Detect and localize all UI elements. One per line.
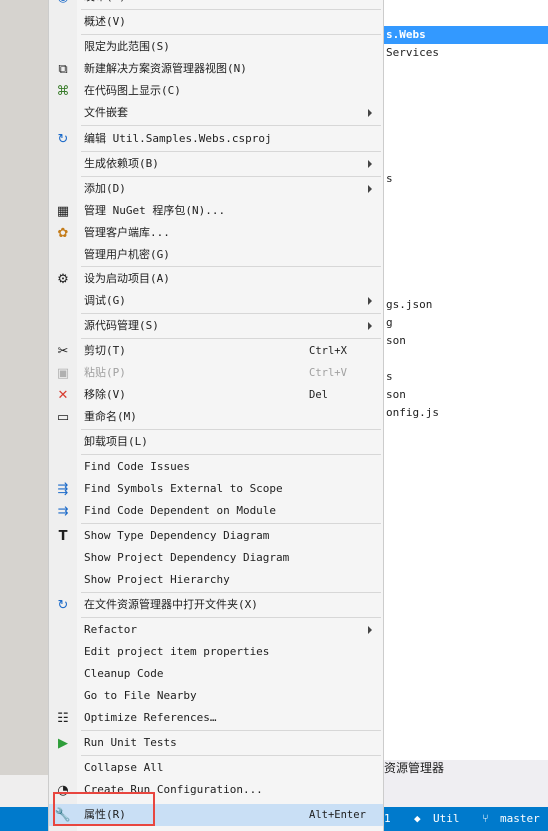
open-folder-refresh-icon: ↻ [57,597,69,613]
menu-item-go-to-file-nearby[interactable]: Go to File Nearby [49,685,383,707]
menu-item-refactor[interactable]: Refactor [49,619,383,641]
tree-item[interactable]: s [386,368,393,386]
menu-item-show-on-code-map[interactable]: ⌘ 在代码图上显示(C) [49,80,383,102]
left-strip-lower [0,775,48,807]
edit-refresh-icon: ↻ [57,131,69,147]
menu-item-unload-project[interactable]: 卸载项目(L) [49,431,383,453]
submenu-arrow-icon [368,626,372,634]
menu-separator [81,176,381,177]
status-project[interactable]: Util [433,807,460,831]
menu-separator [81,266,381,267]
menu-separator [81,151,381,152]
menu-item-scope-to-this[interactable]: 限定为此范围(S) [49,36,383,58]
tree-item[interactable]: son [386,386,406,404]
menu-item-new-explorer-view[interactable]: ⧉ 新建解决方案资源管理器视图(N) [49,58,383,80]
remove-x-icon: ✕ [57,387,69,403]
menu-item-collapse-all[interactable]: Collapse All [49,757,383,779]
branch-icon: ⑂ [482,812,489,825]
menu-separator [81,617,381,618]
code-map-icon: ⌘ [56,83,70,99]
menu-separator [81,454,381,455]
menu-separator [81,125,381,126]
status-branch[interactable]: master [500,807,540,831]
menu-item-rename[interactable]: ▭ 重命名(M) [49,406,383,428]
menu-item-manage-user-secrets[interactable]: 管理用户机密(G) [49,244,383,266]
menu-item-set-startup[interactable]: ⚙ 设为启动项目(A) [49,268,383,290]
menu-item-manage-nuget[interactable]: ▦ 管理 NuGet 程序包(N)... [49,200,383,222]
optimize-references-icon: ☷ [57,710,69,726]
menu-item-debug[interactable]: 调试(G) [49,290,383,312]
left-background-strip [0,0,48,831]
menu-separator [81,523,381,524]
menu-item-manage-client-libraries[interactable]: ✿ 管理客户端库... [49,222,383,244]
menu-separator [81,9,381,10]
tree-item[interactable]: onfig.js [386,404,439,422]
menu-item-source-control[interactable]: 源代码管理(S) [49,315,383,337]
context-menu: ◉发布(B)... 概述(V) 限定为此范围(S) ⧉新建解决方案资源管理器视图… [48,0,384,831]
menu-item-edit-item-properties[interactable]: Edit project item properties [49,641,383,663]
menu-item-remove[interactable]: ✕ 移除(V) Del [49,384,383,406]
menu-item-cleanup-code[interactable]: Cleanup Code [49,663,383,685]
menu-item-edit-csproj[interactable]: ↻ 编辑 Util.Samples.Webs.csproj [49,128,383,150]
nuget-package-icon: ▦ [56,203,70,219]
menu-separator [81,730,381,731]
menu-item-project-hierarchy[interactable]: Show Project Hierarchy [49,569,383,591]
solution-explorer-tab-label: 资源管理器 [384,761,445,775]
menu-item-project-dependency-diagram[interactable]: Show Project Dependency Diagram [49,547,383,569]
menu-separator [81,592,381,593]
submenu-arrow-icon [368,109,372,117]
submenu-arrow-icon [368,322,372,330]
submenu-arrow-icon [368,297,372,305]
tree-item[interactable]: Services [386,44,439,62]
tree-item[interactable]: gs.json [386,296,432,314]
menu-item-find-code-issues[interactable]: Find Code Issues [49,456,383,478]
menu-item-optimize-references[interactable]: ☷ Optimize References… [49,707,383,729]
menu-item-find-code-dependent[interactable]: ⇉ Find Code Dependent on Module [49,500,383,522]
run-play-icon: ▶ [58,735,68,751]
project-icon: ◆ [414,812,421,825]
status-fragment: 1 [384,812,391,825]
solution-explorer-tab[interactable]: 资源管理器 [380,760,548,807]
type-diagram-icon: T [58,528,68,544]
tree-item[interactable]: son [386,332,406,350]
solution-explorer-tree [380,0,548,760]
menu-item-cut[interactable]: ✂ 剪切(T) Ctrl+X [49,340,383,362]
gear-icon: ⚙ [57,271,69,287]
menu-item-type-dependency-diagram[interactable]: T Show Type Dependency Diagram [49,525,383,547]
menu-item-run-unit-tests[interactable]: ▶ Run Unit Tests [49,732,383,754]
find-dependent-icon: ⇉ [57,503,69,519]
new-view-icon: ⧉ [58,61,68,77]
menu-item-add[interactable]: 添加(D) [49,178,383,200]
menu-item-paste[interactable]: ▣ 粘贴(P) Ctrl+V [49,362,383,384]
menu-item-file-nesting[interactable]: 文件嵌套 [49,102,383,124]
menu-separator [81,34,381,35]
menu-item-find-symbols-external[interactable]: ⇶ Find Symbols External to Scope [49,478,383,500]
menu-item-overview[interactable]: 概述(V) [49,11,383,33]
menu-separator [81,755,381,756]
rename-icon: ▭ [56,409,70,425]
scissors-icon: ✂ [57,343,69,359]
properties-highlight-box [53,792,155,826]
menu-item-publish[interactable]: ◉发布(B)... [49,0,383,8]
submenu-arrow-icon [368,160,372,168]
publish-icon: ◉ [55,0,71,5]
menu-separator [81,313,381,314]
menu-separator [81,338,381,339]
paste-icon: ▣ [56,365,70,381]
menu-separator [81,429,381,430]
tree-item[interactable]: s [386,170,393,188]
client-library-icon: ✿ [57,225,69,241]
tree-item[interactable]: g [386,314,393,332]
menu-item-build-dependencies[interactable]: 生成依赖项(B) [49,153,383,175]
tree-item-selected[interactable]: s.Webs [380,26,548,44]
menu-item-open-in-file-explorer[interactable]: ↻ 在文件资源管理器中打开文件夹(X) [49,594,383,616]
find-symbols-icon: ⇶ [57,481,69,497]
submenu-arrow-icon [368,185,372,193]
